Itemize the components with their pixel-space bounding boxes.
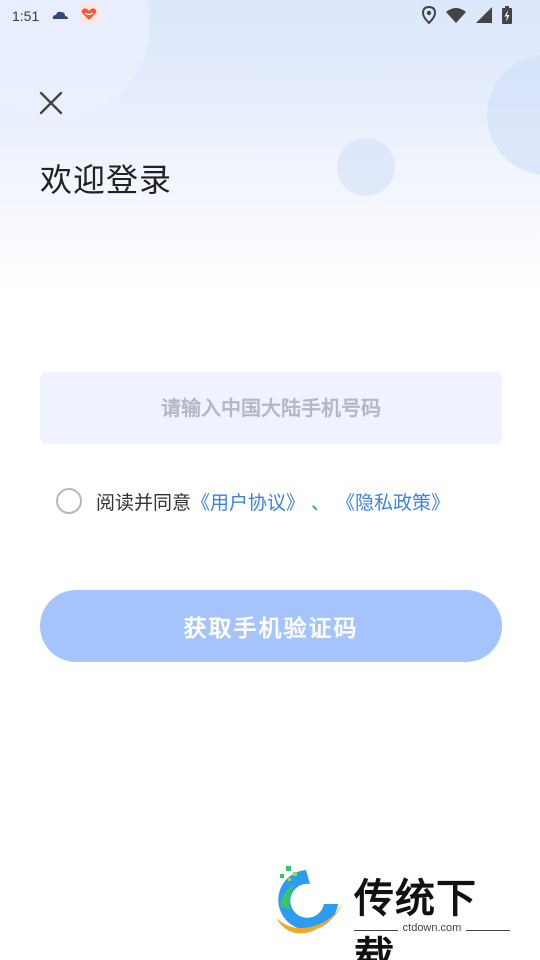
watermark-brand: 传统下载: [354, 876, 477, 960]
status-bar: 1:51: [0, 0, 540, 32]
watermark-url: ctdown.com: [402, 922, 462, 934]
status-time: 1:51: [12, 8, 40, 24]
get-verification-code-button[interactable]: 获取手机验证码: [40, 590, 502, 662]
agreement-prefix: 阅读并同意: [96, 491, 192, 514]
phone-input[interactable]: [40, 372, 502, 444]
close-button[interactable]: [36, 88, 66, 118]
app-heart-icon: [79, 4, 100, 28]
page-title: 欢迎登录: [40, 161, 173, 199]
watermark: 传统下载 ctdown.com: [266, 862, 516, 960]
agreement-separator: 、: [311, 491, 331, 514]
status-icons: [421, 5, 512, 28]
agreement-checkbox[interactable]: [56, 488, 82, 514]
close-icon: [39, 91, 63, 115]
battery-charging-icon: [502, 6, 512, 28]
watermark-logo-icon: [276, 866, 344, 934]
decor-bubble: [487, 55, 540, 175]
user-agreement-link[interactable]: 《用户协议》: [191, 488, 305, 515]
cloud-icon: [51, 8, 69, 24]
decor-bubble: [337, 138, 395, 196]
header-background: [0, 0, 540, 290]
agreement-row: 阅读并同意 《用户协议》 、 《隐私政策》: [56, 486, 450, 516]
location-icon: [421, 5, 437, 28]
privacy-policy-link[interactable]: 《隐私政策》: [336, 488, 450, 515]
signal-icon: [476, 7, 492, 27]
wifi-icon: [446, 7, 466, 27]
